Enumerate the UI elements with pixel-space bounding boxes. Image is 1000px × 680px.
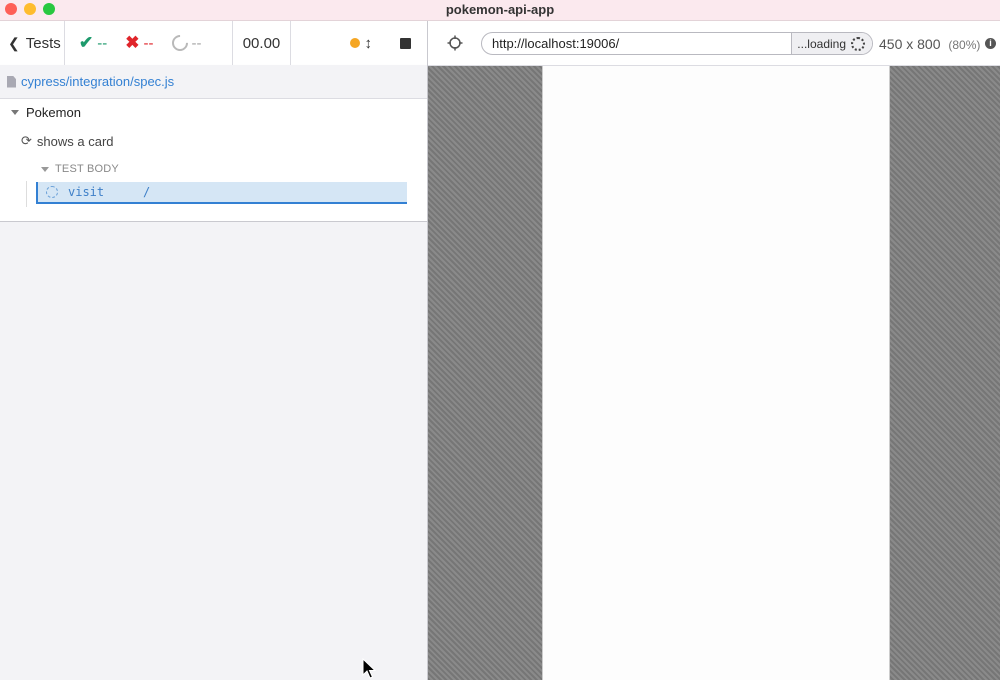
loading-spinner-icon [851, 36, 865, 51]
spec-file-bar: cypress/integration/spec.js [0, 65, 427, 99]
selector-playground-icon[interactable] [447, 35, 463, 51]
run-controls: ↕ [291, 21, 427, 65]
failed-stat[interactable]: ✖ -- [125, 33, 153, 53]
spinner-icon [46, 186, 58, 198]
file-icon [7, 75, 16, 88]
passed-count: -- [97, 34, 108, 52]
url-bar[interactable]: http://localhost:19006/ ...loading [481, 32, 873, 55]
mouse-cursor-icon [362, 658, 376, 679]
aut-header: http://localhost:19006/ ...loading 450 x… [428, 21, 1000, 66]
passed-stat[interactable]: ✔ -- [79, 33, 107, 53]
command-visit[interactable]: visit / [36, 182, 407, 204]
failed-count: -- [143, 34, 154, 52]
tree-line [26, 181, 27, 207]
test-stats: ✔ -- ✖ -- -- [65, 21, 233, 65]
back-to-tests-button[interactable]: ❮ Tests [0, 21, 65, 65]
loading-indicator: ...loading [791, 33, 872, 54]
reporter-header: ❮ Tests ✔ -- ✖ -- -- 00.00 ↕ [0, 21, 427, 66]
info-icon[interactable]: i [985, 38, 996, 49]
loading-label: ...loading [797, 36, 846, 51]
command-message: / [143, 185, 151, 199]
viewport-size: 450 x 800 [879, 36, 941, 52]
section-label: TEST BODY [55, 163, 119, 175]
suite-pokemon[interactable]: Pokemon [11, 105, 81, 120]
test-title: shows a card [36, 133, 114, 149]
command-name: visit [68, 185, 105, 199]
x-icon: ✖ [125, 33, 140, 52]
spec-path-link[interactable]: cypress/integration/spec.js [21, 74, 174, 89]
test-body-section[interactable]: TEST BODY [41, 163, 119, 175]
runnables-list: Pokemon ⟳ shows a card TEST BODY visit / [0, 99, 427, 222]
tests-label: Tests [25, 34, 61, 52]
aut-stage [428, 66, 1000, 680]
window-title: pokemon-api-app [445, 2, 555, 17]
run-duration: 00.00 [233, 21, 291, 65]
running-indicator-icon [349, 38, 360, 48]
auto-scroll-toggle-icon[interactable]: ↕ [365, 35, 373, 52]
viewport-scale: (80%) [948, 38, 981, 52]
chevron-left-icon: ❮ [8, 34, 20, 51]
url-text: http://localhost:19006/ [492, 36, 620, 51]
caret-down-icon [11, 110, 19, 115]
window-titlebar: pokemon-api-app [0, 0, 1000, 21]
app-iframe[interactable] [542, 66, 890, 680]
suite-title: Pokemon [26, 105, 81, 120]
pending-circle-icon [168, 31, 191, 55]
pending-count: -- [191, 34, 202, 52]
pending-stat[interactable]: -- [168, 31, 202, 55]
stop-button[interactable] [400, 37, 411, 49]
test-shows-a-card[interactable]: ⟳ shows a card [21, 133, 114, 149]
viewport-info: 450 x 800 (80%) [879, 36, 980, 52]
caret-down-icon [41, 166, 49, 172]
check-icon: ✔ [79, 33, 94, 52]
reporter-panel: ❮ Tests ✔ -- ✖ -- -- 00.00 ↕ cypress/int… [0, 21, 428, 680]
refresh-icon: ⟳ [21, 133, 32, 148]
